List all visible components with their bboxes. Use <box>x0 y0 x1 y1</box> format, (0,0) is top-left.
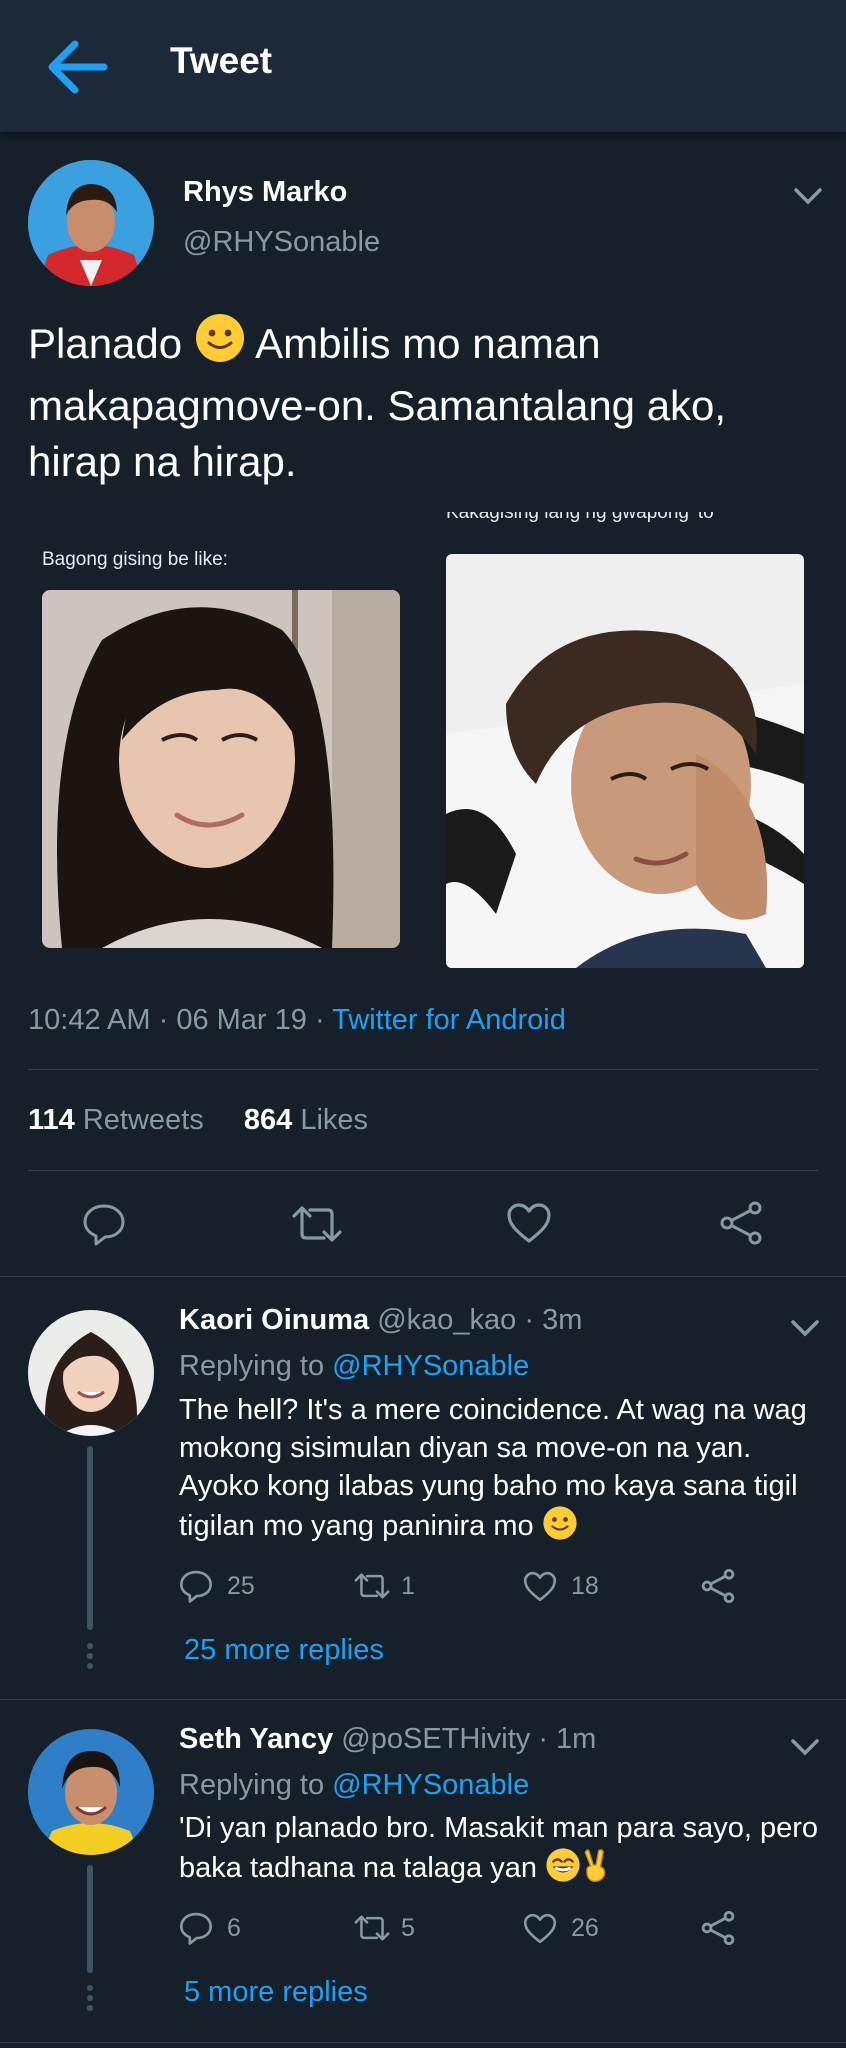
reply-avatar[interactable] <box>28 1729 154 1855</box>
retweets-label: Retweets <box>82 1104 204 1136</box>
chevron-down-icon <box>794 188 822 205</box>
divider <box>0 1276 846 1277</box>
left-photo <box>42 590 400 948</box>
tweet-timestamp: 10:42 AM · 06 Mar 19 · Twitter for Andro… <box>28 1004 566 1036</box>
thread-dot <box>87 1663 93 1669</box>
reply-icon <box>180 1912 212 1945</box>
retweet-count: 1 <box>401 1571 415 1600</box>
thread-dot <box>87 1653 93 1659</box>
reply-author-name[interactable]: Kaori Oinuma <box>179 1304 369 1336</box>
divider <box>0 1699 846 1700</box>
like-icon <box>523 1913 557 1943</box>
thread-dot <box>87 1985 93 1991</box>
reply-icon <box>180 1570 212 1603</box>
divider <box>28 1170 818 1171</box>
retweet-icon <box>354 1915 390 1941</box>
slightly-smiling-emoji <box>542 1505 578 1551</box>
more-replies-link[interactable]: 25 more replies <box>184 1634 384 1667</box>
reply-action-reply[interactable]: 6 <box>179 1911 241 1945</box>
author-avatar[interactable] <box>28 160 154 286</box>
tweet-time: 10:42 AM <box>28 1004 151 1036</box>
replying-to: Replying to @RHYSonable <box>179 1350 530 1382</box>
share-button[interactable] <box>718 1200 764 1246</box>
reply-action-reply[interactable]: 25 <box>179 1569 255 1603</box>
tweet-stats: 114 Retweets 864 Likes <box>28 1104 368 1137</box>
tweet-media[interactable]: Bagong gising be like: Kakagising lang n… <box>28 512 818 972</box>
tweet-options-button[interactable] <box>793 186 823 206</box>
retweet-icon <box>292 1206 342 1242</box>
retweets-count: 114 <box>28 1104 75 1136</box>
thread-dot <box>87 1643 93 1649</box>
thread-line <box>87 1865 93 1973</box>
reply-header: Seth Yancy @poSETHivity · 1m <box>179 1723 596 1756</box>
chevron-down-icon <box>791 1320 819 1337</box>
likes-stat[interactable]: 864 Likes <box>244 1104 368 1136</box>
author-name[interactable]: Rhys Marko <box>183 176 347 209</box>
replying-to-handle[interactable]: @RHYSonable <box>332 1350 529 1382</box>
reply-action-share[interactable] <box>700 1568 736 1609</box>
retweet-count: 5 <box>401 1913 415 1942</box>
like-icon <box>507 1203 551 1243</box>
tweet-source-link[interactable]: Twitter for Android <box>332 1004 566 1036</box>
tweet-text-part1: Planado <box>28 320 183 367</box>
reply-author-handle[interactable]: @poSETHivity <box>341 1723 530 1755</box>
reply-count: 6 <box>227 1913 241 1942</box>
share-icon <box>701 1910 735 1946</box>
likes-label: Likes <box>300 1104 369 1136</box>
reply-options-button[interactable] <box>790 1318 820 1338</box>
reply-author-name[interactable]: Seth Yancy <box>179 1723 333 1755</box>
page-title: Tweet <box>170 40 273 81</box>
tweet-date: 06 Mar 19 <box>176 1004 307 1036</box>
thread-line <box>87 1446 93 1630</box>
left-image-caption: Bagong gising be like: <box>42 549 228 570</box>
reply-action-retweet[interactable]: 5 <box>353 1911 415 1945</box>
like-count: 26 <box>571 1913 599 1942</box>
replying-to-handle[interactable]: @RHYSonable <box>332 1769 529 1801</box>
retweet-button[interactable] <box>290 1204 344 1244</box>
more-replies-link[interactable]: 5 more replies <box>184 1976 368 2009</box>
reply-text: 'Di yan planado bro. Masakit man para sa… <box>179 1809 824 1893</box>
reply-button[interactable] <box>82 1202 126 1246</box>
reply-avatar[interactable] <box>28 1310 154 1436</box>
divider <box>0 2042 846 2043</box>
reply-header: Kaori Oinuma @kao_kao · 3m <box>179 1304 582 1337</box>
likes-count: 864 <box>243 1104 293 1136</box>
grinning-emoji <box>545 1847 581 1893</box>
reply-icon <box>83 1204 125 1246</box>
reply-action-like[interactable]: 26 <box>523 1911 599 1945</box>
chevron-down-icon <box>791 1739 819 1756</box>
retweet-icon <box>354 1573 390 1599</box>
reply-action-like[interactable]: 18 <box>523 1569 599 1603</box>
victory-hand-emoji <box>581 1847 611 1893</box>
reply-action-retweet[interactable]: 1 <box>353 1569 415 1603</box>
reply-count: 25 <box>227 1571 255 1600</box>
thread-dot <box>87 2005 93 2011</box>
tweet-text: Planado Ambilis mo naman makapagmove-on.… <box>28 312 818 490</box>
reply-author-handle[interactable]: @kao_kao <box>377 1304 516 1336</box>
right-photo <box>446 554 804 968</box>
like-button[interactable] <box>506 1202 552 1244</box>
top-app-bar <box>0 0 846 132</box>
slightly-smiling-emoji <box>194 312 246 378</box>
back-button[interactable] <box>44 36 110 98</box>
reply-action-share[interactable] <box>700 1910 736 1951</box>
reply-text: The hell? It's a mere coincidence. At wa… <box>179 1391 824 1551</box>
reply-options-button[interactable] <box>790 1737 820 1757</box>
reply-time: · 3m <box>524 1304 583 1336</box>
left-image-panel: Bagong gising be like: <box>28 512 428 972</box>
retweets-stat[interactable]: 114 Retweets <box>28 1104 212 1136</box>
thread-dot <box>87 1995 93 2001</box>
divider <box>28 1069 818 1070</box>
right-image-panel: Kakagising lang ng gwapong 'to <box>446 512 818 972</box>
author-handle[interactable]: @RHYSonable <box>183 226 380 259</box>
share-icon <box>720 1201 762 1245</box>
like-count: 18 <box>571 1571 599 1600</box>
replying-to: Replying to @RHYSonable <box>179 1769 530 1801</box>
right-image-caption: Kakagising lang ng gwapong 'to <box>446 512 714 523</box>
arrow-left-icon <box>48 40 108 94</box>
reply-time: · 1m <box>538 1723 597 1755</box>
share-icon <box>701 1568 735 1604</box>
like-icon <box>523 1571 557 1601</box>
